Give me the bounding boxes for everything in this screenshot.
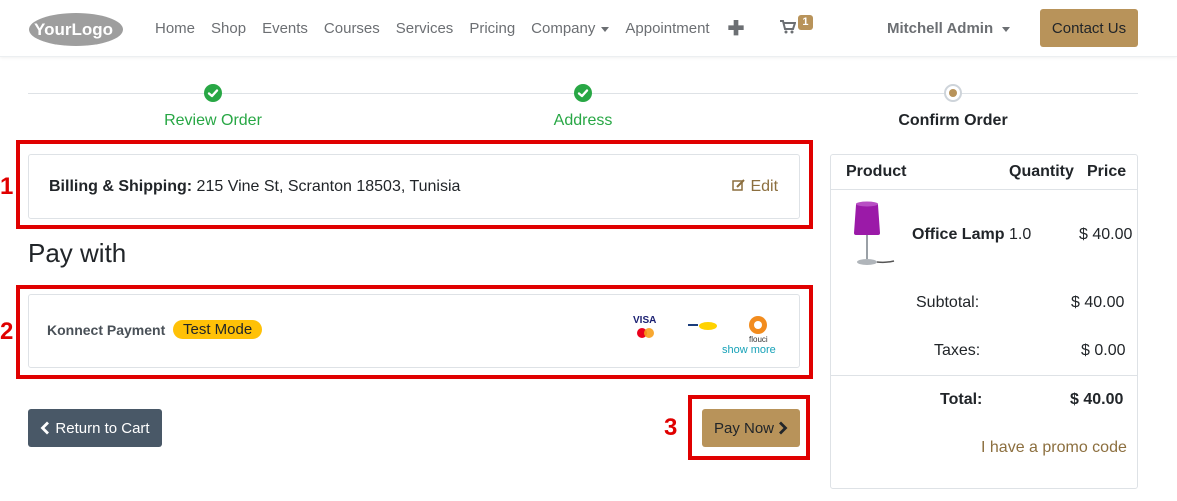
nav-services[interactable]: Services [396,19,454,39]
company-logo[interactable]: YourLogo [28,12,124,47]
summary-header-divider [831,189,1137,190]
step-address[interactable]: Address [554,112,613,130]
annotation-box-2 [16,285,813,379]
step-address-check-icon [574,84,592,102]
summary-total-divider [831,375,1137,376]
col-quantity-header: Quantity [1009,163,1074,180]
col-product-header: Product [846,163,907,180]
nav-company-dropdown[interactable]: Company [531,19,610,39]
item-quantity: 1.0 [1009,226,1032,243]
promo-code-link[interactable]: I have a promo code [981,439,1127,457]
subtotal-value: $ 40.00 [1071,294,1125,311]
cart-button[interactable]: 1 [780,15,813,38]
annotation-number-3: 3 [664,414,678,441]
taxes-value: $ 0.00 [1081,342,1126,359]
step-confirm-dot-icon [944,84,962,102]
annotation-number-1: 1 [0,173,14,200]
total-label: Total: [940,391,983,408]
nav-shop[interactable]: Shop [211,19,246,39]
annotation-box-3 [688,395,810,460]
annotation-box-1 [16,140,813,229]
cart-count-badge: 1 [798,15,813,30]
taxes-label: Taxes: [934,342,981,359]
nav-events[interactable]: Events [262,19,308,39]
user-menu[interactable]: Mitchell Admin [887,19,1011,39]
top-navbar: YourLogo Home Shop Events Courses Servic… [0,0,1177,57]
nav-company-label: Company [531,20,596,37]
shopping-cart-icon [780,20,797,34]
total-value: $ 40.00 [1070,391,1124,408]
nav-courses[interactable]: Courses [324,19,380,39]
chevron-down-icon [601,26,610,32]
item-name[interactable]: Office Lamp [912,226,1004,244]
step-confirm-order: Confirm Order [898,112,1008,129]
chevron-down-icon [1002,26,1011,32]
logo-text: YourLogo [34,20,113,39]
item-price: $ 40.00 [1079,226,1133,243]
plus-icon[interactable]: ✚ [728,19,745,39]
nav-appointment[interactable]: Appointment [625,19,709,39]
chevron-left-icon [40,421,50,435]
contact-us-button[interactable]: Contact Us [1040,9,1138,47]
pay-with-heading: Pay with [28,238,127,268]
col-price-header: Price [1087,163,1127,180]
step-review-check-icon [204,84,222,102]
user-name: Mitchell Admin [887,20,994,37]
annotation-number-2: 2 [0,318,14,345]
subtotal-label: Subtotal: [916,294,980,311]
office-lamp-image[interactable] [850,201,896,269]
nav-pricing[interactable]: Pricing [469,19,515,39]
return-to-cart-label: Return to Cart [55,419,150,437]
step-review-order[interactable]: Review Order [164,112,262,130]
main-nav: Home Shop Events Courses Services Pricin… [155,15,813,39]
nav-home[interactable]: Home [155,19,195,39]
return-to-cart-button[interactable]: Return to Cart [28,409,162,447]
